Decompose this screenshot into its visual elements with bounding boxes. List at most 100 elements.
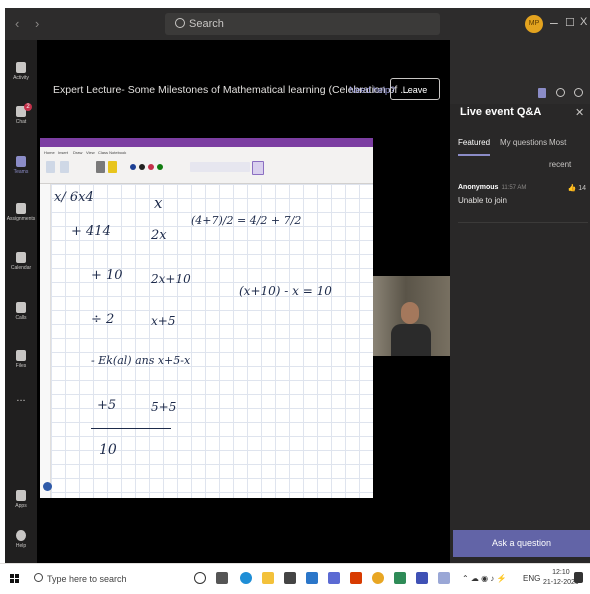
question-time: 11:57 AM (501, 185, 527, 191)
color-red[interactable] (148, 164, 154, 170)
phone-icon (16, 302, 26, 313)
close-icon[interactable]: ✕ (575, 106, 584, 119)
rail-item-apps[interactable]: Apps (5, 490, 37, 509)
sort-dropdown[interactable]: Most recent (549, 132, 588, 169)
rail-item-calendar[interactable]: Calendar (5, 252, 37, 271)
tab-featured[interactable]: Featured (458, 132, 491, 156)
pen-gallery[interactable] (190, 162, 250, 172)
presenter-face (401, 302, 419, 324)
file-explorer-icon[interactable] (262, 572, 274, 584)
settings-icon[interactable] (556, 88, 565, 97)
office-icon[interactable] (350, 572, 362, 584)
handwriting: x (154, 194, 163, 212)
handwriting: - Ek(al) ans x+5-x (91, 354, 191, 367)
panel-header (450, 40, 590, 104)
search-icon (175, 18, 185, 28)
highlighter-tool[interactable] (108, 161, 117, 173)
more-icon[interactable]: ... (5, 392, 37, 404)
app-icon[interactable] (416, 572, 428, 584)
notification-icon[interactable] (574, 572, 583, 583)
task-view-icon[interactable] (216, 572, 228, 584)
apps-icon (16, 490, 26, 501)
handwriting: ÷ 2 (91, 312, 115, 327)
chat-badge: 2 (24, 103, 32, 111)
note-canvas[interactable]: x/ 6x4 x (4+7)/2 = 4/2 + 7/2 + 414 2x + … (51, 184, 373, 498)
presenter-video (373, 276, 455, 356)
excel-icon[interactable] (394, 572, 406, 584)
chrome-icon[interactable] (372, 572, 384, 584)
teams-window: ‹ › Search MP – ☐ X Activity 2 Chat Teams… (5, 8, 590, 563)
color-green[interactable] (157, 164, 163, 170)
ask-question-button[interactable]: Ask a question (453, 530, 590, 557)
taskbar-search[interactable]: Type here to search (34, 568, 184, 590)
question-text: Unable to join (458, 196, 507, 205)
selected-pen[interactable] (252, 161, 264, 175)
rail-item-calls[interactable]: Calls (5, 302, 37, 321)
rail-item-chat[interactable]: 2 Chat (5, 103, 37, 125)
rail-item-teams[interactable]: Teams (5, 156, 37, 175)
assignments-icon (16, 203, 26, 214)
tab-insert[interactable]: Insert (58, 150, 68, 155)
app-icon-2[interactable] (438, 572, 450, 584)
eraser-tool[interactable] (60, 161, 69, 173)
teams-icon (16, 156, 26, 167)
help-icon (16, 530, 26, 541)
search-icon (34, 573, 43, 582)
bell-icon (16, 62, 26, 73)
handwriting: (4+7)/2 = 4/2 + 7/2 (191, 214, 302, 227)
handwriting: 2x+10 (151, 272, 191, 286)
handwriting: 5+5 (151, 400, 177, 414)
tab-class-notebook[interactable]: Class Notebook (98, 150, 126, 155)
pen-tool[interactable] (96, 161, 105, 173)
handwriting: + 10 (91, 268, 123, 283)
qa-tabs: Featured My questions Most recent (458, 132, 588, 169)
leave-button[interactable]: Leave (390, 78, 440, 100)
info-icon[interactable] (574, 88, 583, 97)
like-count[interactable]: 👍 14 (568, 184, 586, 192)
tray-icons[interactable]: ⌃ ☁ ◉ ♪ ⚡ (462, 574, 507, 583)
notes-icon[interactable] (538, 88, 546, 98)
teams-taskbar-icon[interactable] (328, 572, 340, 584)
color-blue[interactable] (130, 164, 136, 170)
cortana-icon[interactable] (194, 572, 206, 584)
mail-icon[interactable] (306, 572, 318, 584)
tab-home[interactable]: Home (44, 150, 55, 155)
calendar-icon (16, 252, 26, 263)
avatar[interactable]: MP (525, 15, 543, 33)
maximize-button[interactable]: ☐ (565, 16, 575, 29)
close-button[interactable]: X (580, 16, 587, 28)
tab-view[interactable]: View (86, 150, 95, 155)
page-navigation[interactable] (40, 184, 51, 498)
handwriting: x+5 (151, 314, 176, 328)
search-placeholder: Search (189, 18, 224, 30)
nav-arrows[interactable]: ‹ › (15, 16, 45, 31)
title-bar: ‹ › Search MP – ☐ X (5, 8, 590, 40)
lasso-tool[interactable] (46, 161, 55, 173)
color-black[interactable] (139, 164, 145, 170)
question-item[interactable]: Anonymous 11:57 AM Unable to join 👍 14 (458, 184, 588, 223)
minimize-button[interactable]: – (550, 14, 558, 30)
store-icon[interactable] (284, 572, 296, 584)
panel-title: Live event Q&A (460, 106, 542, 118)
need-help-link[interactable]: Need help? (349, 85, 395, 95)
language-indicator[interactable]: ENG (523, 574, 540, 583)
edge-icon[interactable] (240, 572, 252, 584)
rail-item-help[interactable]: Help (5, 530, 37, 549)
presenter-body (391, 324, 431, 356)
windows-start-icon[interactable] (10, 574, 20, 584)
qa-panel: Live event Q&A ✕ Featured My questions M… (450, 40, 590, 563)
teams-badge-icon (43, 482, 52, 491)
rail-item-files[interactable]: Files (5, 350, 37, 369)
tab-my-questions[interactable]: My questions (500, 132, 547, 154)
handwriting: x/ 6x4 (54, 190, 94, 205)
tab-draw[interactable]: Draw (73, 150, 82, 155)
search-box[interactable]: Search (165, 13, 440, 35)
handwriting: + 414 (71, 224, 111, 239)
rail-item-assignments[interactable]: Assignments (5, 203, 37, 222)
rail-item-activity[interactable]: Activity (5, 62, 37, 81)
handwriting: +5 (97, 398, 117, 413)
handwriting: 2x (151, 228, 167, 243)
files-icon (16, 350, 26, 361)
app-rail: Activity 2 Chat Teams Assignments Calenda… (5, 40, 37, 563)
onenote-ribbon: Home Insert Draw View Class Notebook (40, 147, 373, 184)
